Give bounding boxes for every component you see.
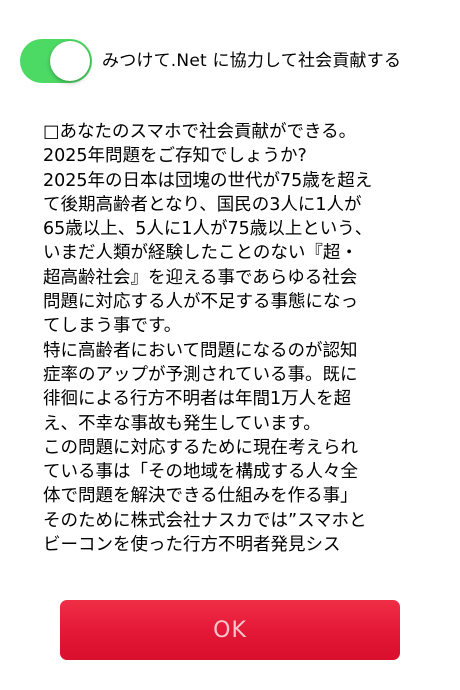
notice-line: 2025年問題をご存知でしょうか? xyxy=(43,146,307,167)
social-contribution-toggle[interactable] xyxy=(20,39,92,83)
notice-line: え、不幸な事故も発生しています。 xyxy=(43,413,321,434)
notice-line: 65歳以上、5人に1人が75歳以上という、 xyxy=(43,219,373,240)
notice-line: いまだ人類が経験したことのない『超・ xyxy=(43,243,358,264)
notice-line: て後期高齢者となり、国民の3人に1人が xyxy=(43,194,362,215)
notice-line: 問題に対応する人が不足する事態になっ xyxy=(43,292,358,313)
notice-line: 超高齢社会』を迎える事であらゆる社会 xyxy=(43,267,358,288)
notice-line: 症率のアップが予測されている事。既に xyxy=(43,364,358,385)
notice-line: □あなたのスマホで社会貢献ができる。 xyxy=(43,122,357,142)
notice-line: ビーコンを使った行方不明者発見シス xyxy=(43,535,341,556)
notice-line: 徘徊による行方不明者は年間1万人を超 xyxy=(43,389,352,410)
notice-line: 2025年の日本は団塊の世代が75歳を超え xyxy=(43,170,373,191)
notice-line: そのために株式会社ナスカでは”スマホと xyxy=(43,510,367,531)
notice-line: ている事は「その地域を構成する人々全 xyxy=(43,462,358,483)
notice-line: 特に高齢者において問題になるのが認知 xyxy=(43,340,358,361)
notice-line: この問題に対応するために現在考えられ xyxy=(43,437,358,458)
notice-text: □あなたのスマホで社会貢献ができる。 2025年問題をご存知でしょうか? 202… xyxy=(43,120,418,558)
toggle-knob[interactable] xyxy=(50,41,90,81)
ok-button[interactable]: OK xyxy=(60,600,400,660)
notice-line: 体で問題を解決できる仕組みを作る事」 xyxy=(43,486,358,507)
notice-line: てしまう事です。 xyxy=(43,316,182,337)
toggle-label: みつけて.Net に協力して社会貢献する xyxy=(102,51,402,71)
social-contribution-toggle-row: みつけて.Net に協力して社会貢献する xyxy=(20,38,445,84)
